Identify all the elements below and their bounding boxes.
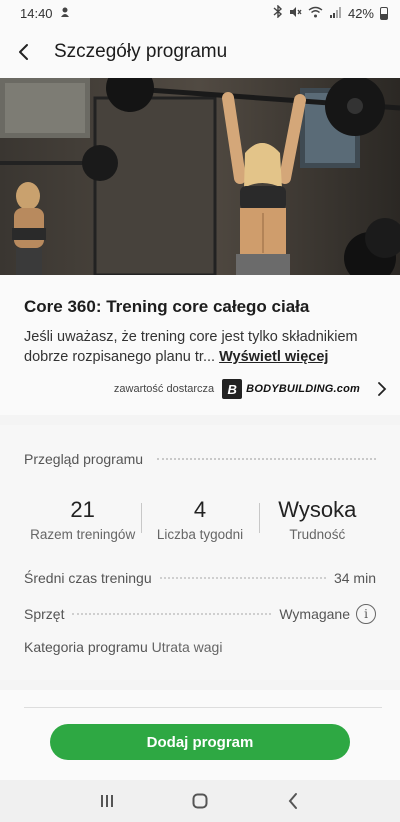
bluetooth-icon xyxy=(273,4,283,21)
gym-photo xyxy=(0,78,400,275)
signal-icon xyxy=(329,6,342,21)
stat-value: 4 xyxy=(193,497,207,522)
wifi-icon xyxy=(308,6,323,21)
program-category-row: Kategoria programu Utrata wagi xyxy=(24,639,376,655)
add-program-button[interactable]: Dodaj program xyxy=(50,724,350,760)
back-nav-button[interactable] xyxy=(273,781,313,821)
stat-label: Trudność xyxy=(289,527,346,542)
avg-workout-time-row: Średni czas treningu 34 min xyxy=(24,567,376,589)
bottom-action-area: Dodaj program xyxy=(0,690,400,780)
bodybuilding-logo: B BODYBUILDING.com xyxy=(222,379,360,399)
page-title: Szczegóły programu xyxy=(54,41,228,62)
divider xyxy=(24,707,382,708)
provider-row[interactable]: zawartość dostarcza B BODYBUILDING.com xyxy=(114,379,390,399)
system-nav-bar xyxy=(0,780,400,822)
program-description: Jeśli uważasz, że trening core jest tylk… xyxy=(24,327,376,367)
stat-value: Wysoka xyxy=(278,497,357,522)
equipment-value: Wymagane xyxy=(279,606,350,622)
category-label: Kategoria programu xyxy=(24,639,148,655)
show-more-link[interactable]: Wyświetl więcej xyxy=(219,349,328,365)
dotted-leader xyxy=(72,613,272,615)
stat-total-workouts: 21 Razem treningów xyxy=(24,497,141,553)
overview-title: Przegląd programu xyxy=(24,451,144,467)
avg-time-value: 34 min xyxy=(333,570,376,586)
info-icon[interactable]: i xyxy=(356,604,376,624)
stat-label: Razem treningów xyxy=(30,527,136,542)
status-time: 14:40 xyxy=(20,5,53,21)
provider-label: zawartość dostarcza xyxy=(113,383,215,395)
home-icon xyxy=(192,793,208,809)
back-icon xyxy=(288,793,298,809)
program-stats: 21 Razem treningów 4 Liczba tygodni Wyso… xyxy=(24,497,376,553)
back-button[interactable] xyxy=(0,26,48,78)
program-info-card: Core 360: Trening core całego ciała Jeśl… xyxy=(0,275,400,415)
arrow-left-icon xyxy=(19,44,28,60)
dotted-leader xyxy=(159,577,326,579)
program-title: Core 360: Trening core całego ciała xyxy=(24,297,310,316)
status-right: 42% xyxy=(273,4,388,21)
bodybuilding-logo-mark: B xyxy=(222,379,243,399)
category-value: Utrata wagi xyxy=(151,639,223,655)
program-overview-card: Przegląd programu 21 Razem treningów 4 L… xyxy=(0,425,400,680)
equipment-row: Sprzęt Wymagane i xyxy=(24,603,376,625)
overview-header: Przegląd programu xyxy=(24,449,376,469)
stat-weeks: 4 Liczba tygodni xyxy=(141,497,258,553)
mute-icon xyxy=(289,6,302,21)
notification-icon xyxy=(59,6,71,21)
app-header: Szczegóły programu xyxy=(0,26,400,78)
chevron-right-icon[interactable] xyxy=(374,381,390,397)
recent-apps-button[interactable] xyxy=(87,781,127,821)
stat-difficulty: Wysoka Trudność xyxy=(258,497,376,553)
stat-value: 21 xyxy=(70,497,95,522)
equipment-label: Sprzęt xyxy=(24,606,65,622)
status-left: 14:40 xyxy=(20,6,71,21)
recent-apps-icon xyxy=(100,795,113,807)
program-hero-image xyxy=(0,78,400,275)
battery-percentage: 42% xyxy=(347,5,374,21)
battery-icon xyxy=(380,6,388,20)
status-bar: 14:40 42% xyxy=(0,0,400,26)
stat-label: Liczba tygodni xyxy=(156,527,244,542)
home-button[interactable] xyxy=(180,781,220,821)
dotted-divider xyxy=(157,458,376,460)
avg-time-label: Średni czas treningu xyxy=(24,570,152,586)
bodybuilding-logo-text: BODYBUILDING.com xyxy=(246,383,360,395)
